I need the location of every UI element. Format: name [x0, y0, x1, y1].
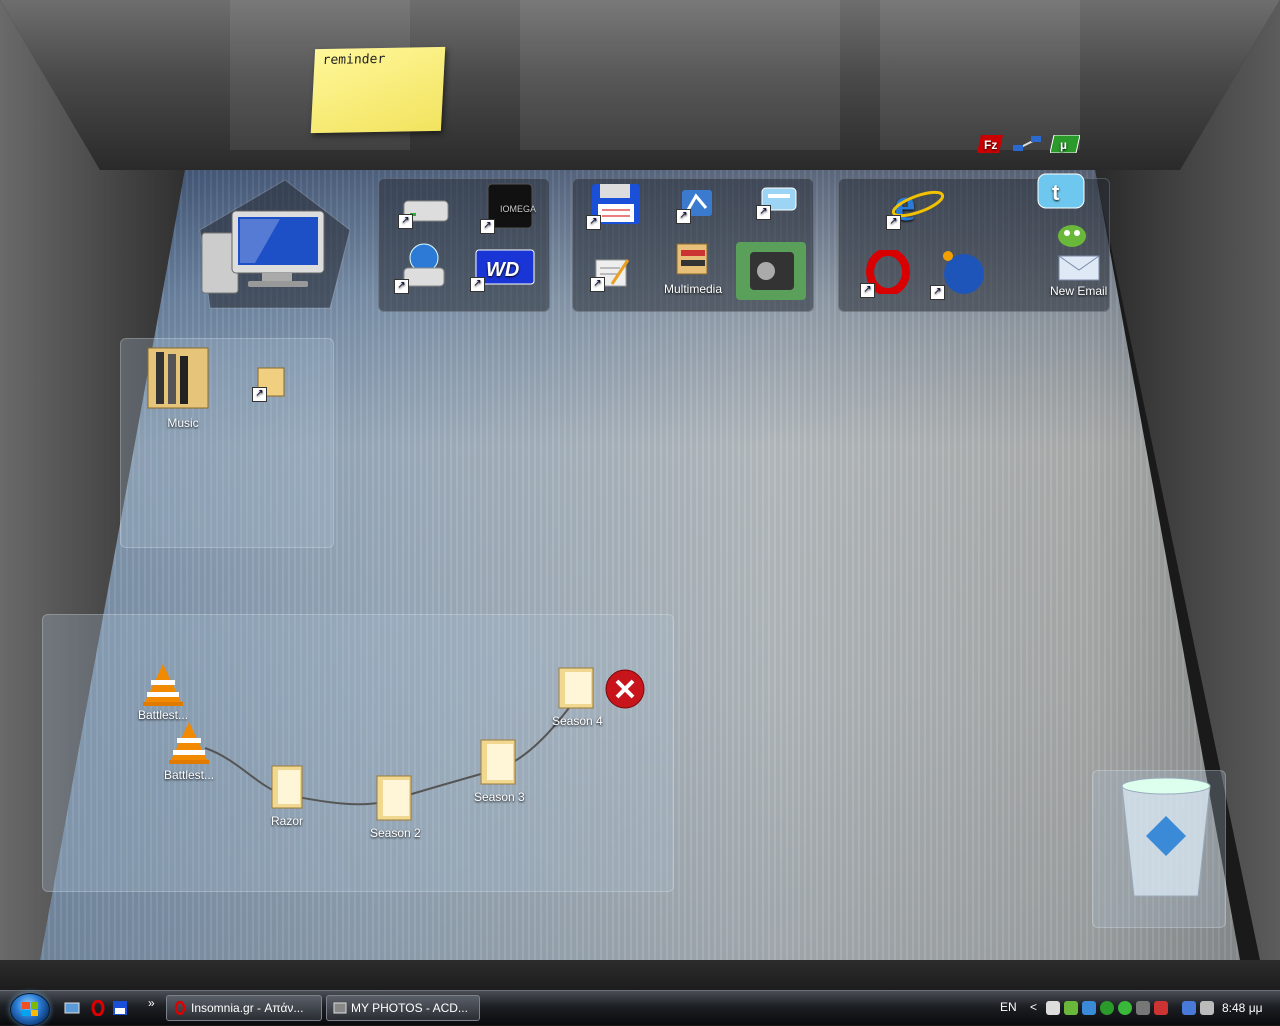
language-indicator[interactable]: EN: [1000, 1000, 1017, 1014]
series-item-season-2[interactable]: Season 2: [370, 772, 421, 840]
utorrent-tray-icon[interactable]: [1100, 1001, 1114, 1015]
series-item-season-3[interactable]: Season 3: [474, 736, 525, 804]
recycle-bin-icon[interactable]: [1116, 776, 1216, 904]
series-item-battlestar-2[interactable]: Battlest...: [164, 720, 214, 782]
show-desktop-icon[interactable]: [64, 1000, 80, 1016]
sync-tray-icon[interactable]: [1118, 1001, 1132, 1015]
series-item-razor[interactable]: Razor: [268, 762, 306, 828]
acdsee-icon: [333, 1002, 347, 1014]
folder-icon: [376, 775, 412, 821]
volume-tray-icon[interactable]: [1200, 1001, 1214, 1015]
tray-expand-chevron[interactable]: <: [1030, 1000, 1037, 1014]
folder-icon: [558, 667, 594, 709]
series-label: Battlest...: [164, 768, 215, 782]
opera-quicklaunch-icon[interactable]: [90, 999, 106, 1017]
app-tray-icon[interactable]: [1064, 1001, 1078, 1015]
opera-icon: [174, 1001, 186, 1015]
close-icon[interactable]: [603, 668, 647, 710]
series-label: Season 2: [370, 826, 421, 840]
windows-logo-icon: [22, 1002, 38, 1016]
device-tray-icon[interactable]: [1136, 1001, 1150, 1015]
series-label: Season 3: [474, 790, 525, 804]
task-button-acdsee[interactable]: MY PHOTOS - ACD...: [326, 995, 480, 1021]
vlc-icon: [143, 664, 184, 706]
folder-path-line: [204, 699, 576, 806]
mail-tray-icon[interactable]: [1046, 1001, 1060, 1015]
series-label: Season 4: [552, 714, 603, 728]
folder-icon: [480, 739, 516, 785]
series-item-battlestar-1[interactable]: Battlest...: [138, 662, 188, 722]
series-item-season-4[interactable]: Season 4: [552, 664, 603, 728]
clock[interactable]: 8:48 μμ: [1222, 1001, 1263, 1015]
series-label: Razor: [270, 814, 303, 828]
task-label: MY PHOTOS - ACD...: [351, 1001, 468, 1015]
messenger-tray-icon[interactable]: [1082, 1001, 1096, 1015]
vlc-icon: [169, 722, 210, 764]
save-quicklaunch-icon[interactable]: [112, 1000, 128, 1016]
network-tray-icon[interactable]: [1182, 1001, 1196, 1015]
security-tray-icon[interactable]: [1154, 1001, 1168, 1015]
folder-icon: [271, 765, 303, 809]
start-button[interactable]: [10, 993, 50, 1026]
task-label: Insomnia.gr - Απάν...: [191, 1001, 304, 1015]
task-button-insomnia[interactable]: Insomnia.gr - Απάν...: [166, 995, 322, 1021]
quicklaunch-more-chevron[interactable]: »: [148, 996, 155, 1010]
